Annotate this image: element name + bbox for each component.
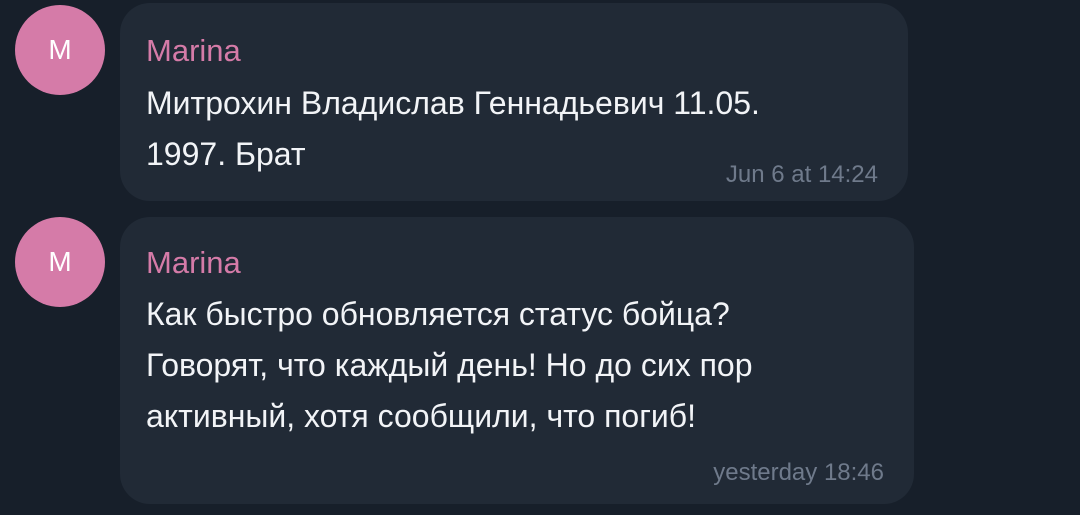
sender-avatar[interactable]: M <box>15 5 105 95</box>
avatar-initial: M <box>48 34 72 65</box>
sender-name[interactable]: Marina <box>146 247 241 278</box>
sender-avatar[interactable]: M <box>15 217 105 307</box>
message-bubble[interactable]: Marina Как быстро обновляется статус бой… <box>120 217 914 504</box>
sender-name[interactable]: Marina <box>146 35 241 66</box>
message-text: Как быстро обновляется статус бойца? Гов… <box>146 296 753 434</box>
avatar-initial: M <box>48 246 72 277</box>
message-bubble[interactable]: Marina Митрохин Владислав Геннадьевич 11… <box>120 3 908 201</box>
message-timestamp: Jun 6 at 14:24 <box>725 161 878 188</box>
message-timestamp: yesterday 18:46 <box>713 459 884 486</box>
